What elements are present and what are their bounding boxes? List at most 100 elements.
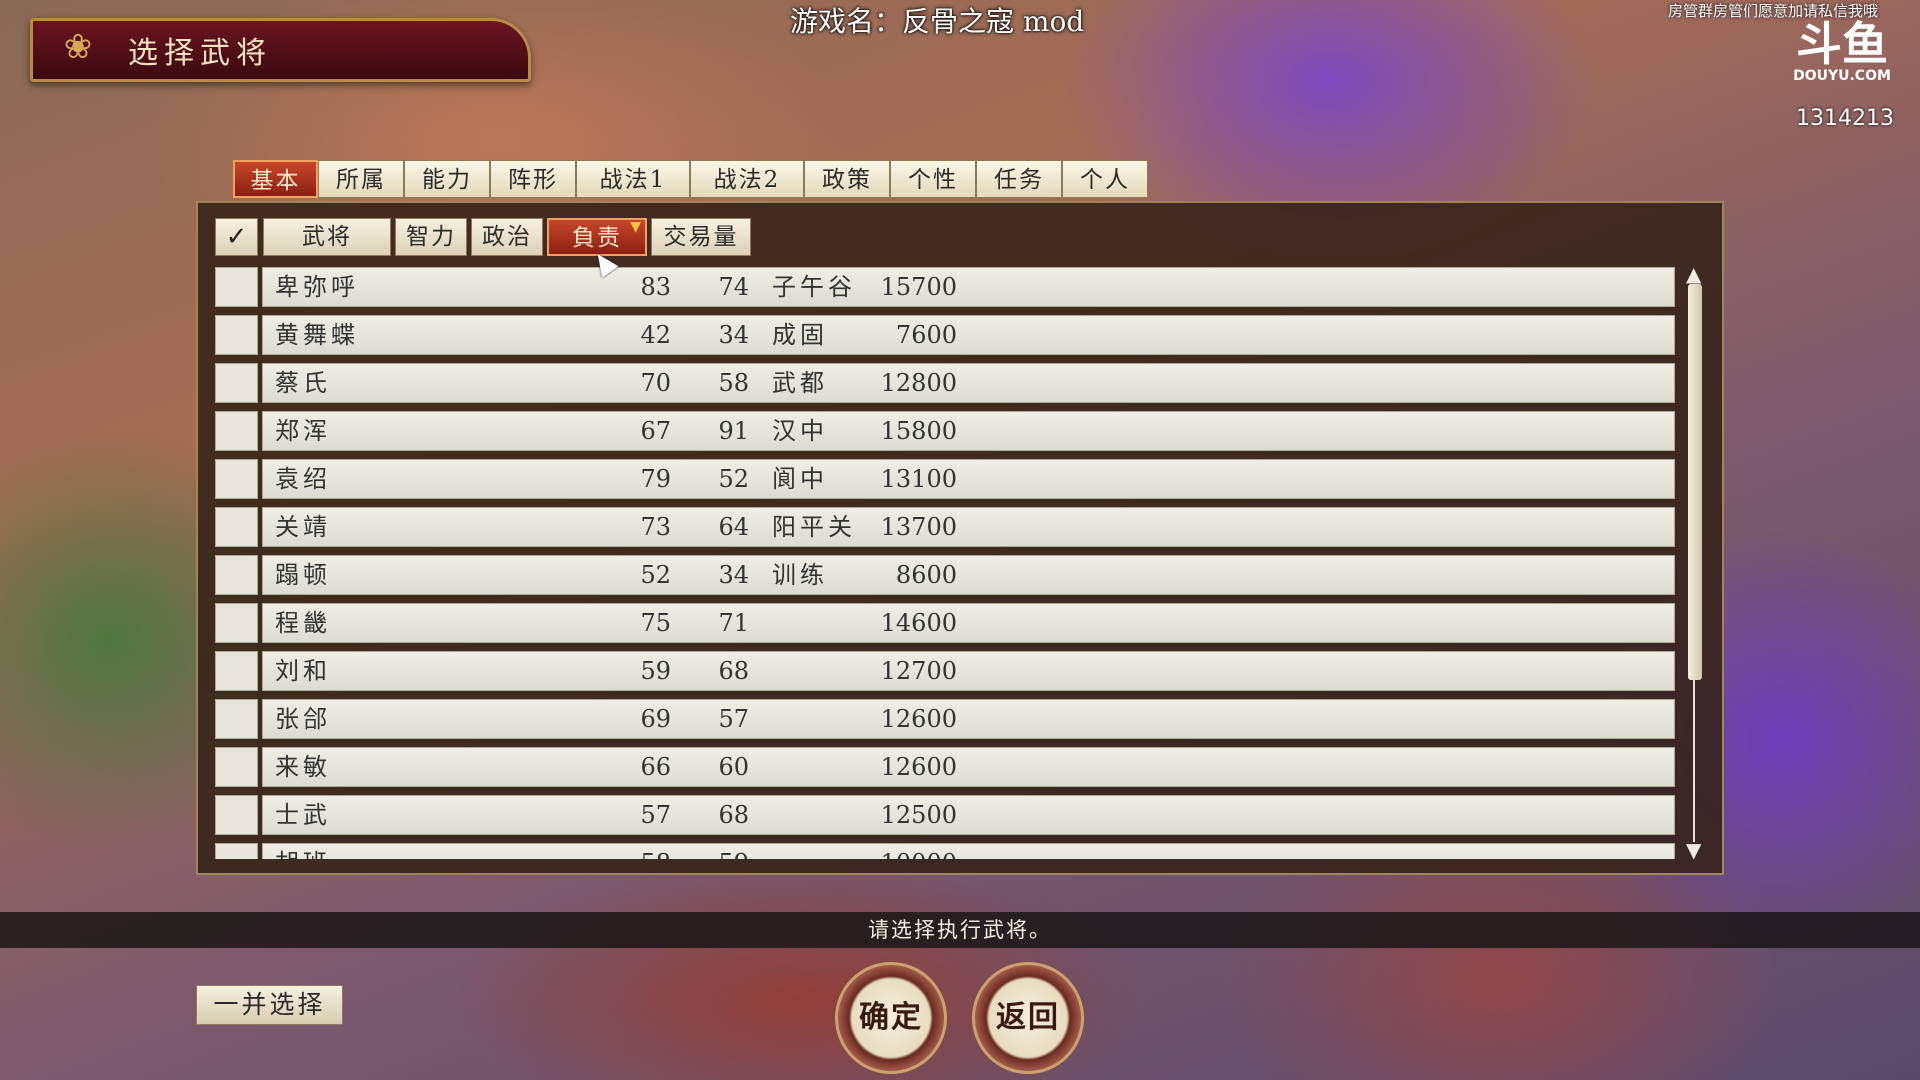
- column-header-name[interactable]: 武将: [263, 218, 391, 256]
- row-background: [262, 507, 1675, 547]
- officer-name: 卑弥呼: [275, 273, 359, 301]
- officer-trade: 8600: [895, 561, 957, 589]
- back-button[interactable]: 返回: [972, 962, 1084, 1074]
- douyu-logo: 斗鱼 DOUYU.COM: [1784, 20, 1900, 84]
- officer-trade: 10000: [857, 843, 957, 859]
- officer-intelligence: 75: [640, 609, 671, 637]
- officer-trade: 14600: [880, 609, 957, 637]
- officer-trade: 13700: [880, 513, 957, 541]
- tab-affiliation[interactable]: 所属: [318, 160, 404, 198]
- table-row[interactable]: 胡班 58 59 10000: [215, 843, 1675, 859]
- officer-intelligence: 66: [640, 753, 671, 781]
- officer-politics: 57: [718, 705, 749, 733]
- row-background: [262, 603, 1675, 643]
- tab-personality[interactable]: 个性: [890, 160, 976, 198]
- officer-politics: 64: [718, 513, 749, 541]
- row-checkbox[interactable]: [215, 603, 258, 643]
- officer-politics: 58: [718, 369, 749, 397]
- officer-duty: 子午谷: [772, 273, 856, 301]
- officer-name: 张郃: [275, 705, 331, 733]
- row-checkbox[interactable]: [215, 411, 258, 451]
- officer-name: 蹋顿: [275, 561, 331, 589]
- officer-politics: 34: [718, 321, 749, 349]
- table-row[interactable]: 郑浑 67 91 汉中 15800: [215, 411, 1675, 451]
- officer-intelligence: 42: [640, 321, 671, 349]
- officer-trade: 12700: [880, 657, 957, 685]
- officer-trade: 15800: [880, 417, 957, 445]
- scrollbar-thumb[interactable]: [1688, 284, 1702, 680]
- row-checkbox[interactable]: [215, 363, 258, 403]
- row-background: [262, 267, 1675, 307]
- table-row[interactable]: 关靖 73 64 阳平关 13700: [215, 507, 1675, 547]
- officer-intelligence: 52: [640, 561, 671, 589]
- tab-tactics-2[interactable]: 战法2: [690, 160, 804, 198]
- officer-table-body: 卑弥呼 83 74 子午谷 15700 黄舞蝶 42 34 成固 7600 蔡氏…: [215, 267, 1675, 859]
- tab-mission[interactable]: 任务: [976, 160, 1062, 198]
- row-checkbox[interactable]: [215, 315, 258, 355]
- officer-duty: 汉中: [772, 417, 828, 445]
- row-background: [262, 747, 1675, 787]
- officer-intelligence: 79: [640, 465, 671, 493]
- row-checkbox[interactable]: [215, 555, 258, 595]
- officer-duty: 阆中: [772, 465, 828, 493]
- table-row[interactable]: 蔡氏 70 58 武都 12800: [215, 363, 1675, 403]
- officer-name: 郑浑: [275, 417, 331, 445]
- row-checkbox[interactable]: [215, 795, 258, 835]
- select-all-checkbox[interactable]: ✓: [215, 218, 258, 256]
- table-row[interactable]: 来敏 66 60 12600: [215, 747, 1675, 787]
- sort-indicator-icon: ▼: [630, 219, 643, 235]
- officer-politics: 60: [718, 753, 749, 781]
- officer-trade: 12600: [880, 753, 957, 781]
- row-background: [262, 363, 1675, 403]
- table-row[interactable]: 刘和 59 68 12700: [215, 651, 1675, 691]
- scroll-down-icon[interactable]: ▼: [1686, 840, 1701, 860]
- row-checkbox[interactable]: [215, 843, 258, 859]
- row-checkbox[interactable]: [215, 747, 258, 787]
- officer-name: 士武: [275, 801, 331, 829]
- table-row[interactable]: 士武 57 68 12500: [215, 795, 1675, 835]
- officer-name: 来敏: [275, 753, 331, 781]
- column-header-duty[interactable]: 負责 ▼: [547, 218, 647, 256]
- officer-trade: 13100: [880, 465, 957, 493]
- row-checkbox[interactable]: [215, 699, 258, 739]
- officer-duty: 武都: [772, 369, 828, 397]
- table-row[interactable]: 黄舞蝶 42 34 成固 7600: [215, 315, 1675, 355]
- tab-policy[interactable]: 政策: [804, 160, 890, 198]
- officer-intelligence: 59: [640, 657, 671, 685]
- column-header-intelligence[interactable]: 智力: [395, 218, 467, 256]
- officer-name: 关靖: [275, 513, 331, 541]
- tab-tactics-1[interactable]: 战法1: [576, 160, 690, 198]
- tab-personal[interactable]: 个人: [1062, 160, 1148, 198]
- douyu-logo-glyph: 斗鱼: [1796, 17, 1888, 71]
- row-background: [262, 651, 1675, 691]
- row-checkbox[interactable]: [215, 267, 258, 307]
- tab-formation[interactable]: 阵形: [490, 160, 576, 198]
- select-all-button[interactable]: 一并选择: [196, 985, 343, 1025]
- officer-name: 胡班: [275, 843, 331, 859]
- table-row[interactable]: 程畿 75 71 14600: [215, 603, 1675, 643]
- officer-politics: 52: [718, 465, 749, 493]
- row-checkbox[interactable]: [215, 507, 258, 547]
- table-row[interactable]: 卑弥呼 83 74 子午谷 15700: [215, 267, 1675, 307]
- officer-name: 袁绍: [275, 465, 331, 493]
- officer-duty: 成固: [772, 321, 828, 349]
- table-row[interactable]: 张郃 69 57 12600: [215, 699, 1675, 739]
- douyu-logo-sub: DOUYU.COM: [1793, 68, 1891, 84]
- column-header-trade[interactable]: 交易量: [651, 218, 751, 256]
- confirm-button[interactable]: 确定: [835, 962, 947, 1074]
- row-checkbox[interactable]: [215, 459, 258, 499]
- row-background: [262, 411, 1675, 451]
- scroll-up-icon[interactable]: ▲: [1686, 264, 1701, 284]
- row-checkbox[interactable]: [215, 651, 258, 691]
- table-row[interactable]: 蹋顿 52 34 训练 8600: [215, 555, 1675, 595]
- column-header-duty-label: 負责: [572, 225, 622, 251]
- row-background: [262, 315, 1675, 355]
- column-header-politics[interactable]: 政治: [471, 218, 543, 256]
- tab-ability[interactable]: 能力: [404, 160, 490, 198]
- officer-intelligence: 57: [640, 801, 671, 829]
- officer-politics: 68: [718, 801, 749, 829]
- table-row[interactable]: 袁绍 79 52 阆中 13100: [215, 459, 1675, 499]
- tab-basic[interactable]: 基本: [233, 160, 318, 198]
- stream-game-name: 游戏名：反骨之寇 mod: [790, 5, 1085, 38]
- window-title: 选择武将: [128, 36, 272, 71]
